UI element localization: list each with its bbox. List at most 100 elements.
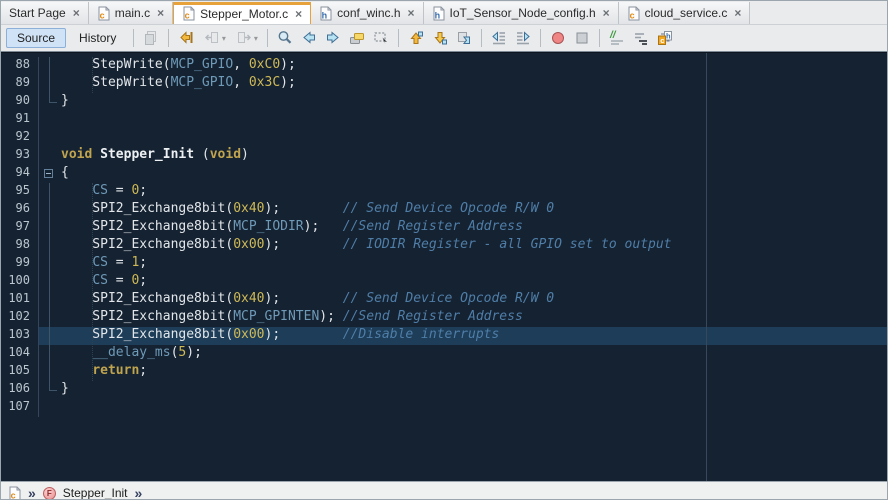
tab-close-icon[interactable]: × (157, 6, 164, 20)
line-number[interactable]: 95 (1, 183, 39, 201)
line-number[interactable]: 97 (1, 219, 39, 237)
code-line-94[interactable]: 94{ (1, 165, 887, 183)
toggle-bookmark-icon[interactable] (453, 27, 475, 49)
line-number[interactable]: 91 (1, 111, 39, 129)
next-occurrence-icon[interactable] (322, 27, 344, 49)
code-lines: 88 StepWrite(MCP_GPIO, 0xC0);89 StepWrit… (1, 57, 887, 417)
line-body: __delay_ms(5); (39, 345, 887, 363)
previous-bookmark-icon[interactable] (405, 27, 427, 49)
line-number[interactable]: 105 (1, 363, 39, 381)
code-line-106[interactable]: 106} (1, 381, 887, 399)
tab-label: IoT_Sensor_Node_config.h (450, 6, 596, 20)
line-body: } (39, 381, 887, 399)
code-line-97[interactable]: 97 SPI2_Exchange8bit(MCP_IODIR); //Send … (1, 219, 887, 237)
line-body (39, 129, 887, 147)
line-number[interactable]: 88 (1, 57, 39, 75)
code-line-98[interactable]: 98 SPI2_Exchange8bit(0x00); // IODIR Reg… (1, 237, 887, 255)
rectangular-selection-icon[interactable] (370, 27, 392, 49)
code-line-101[interactable]: 101 SPI2_Exchange8bit(0x40); // Send Dev… (1, 291, 887, 309)
tab-close-icon[interactable]: × (603, 6, 610, 20)
tab-iot-sensor-node-config-h[interactable]: hIoT_Sensor_Node_config.h× (424, 2, 619, 24)
fold-margin (39, 111, 61, 129)
tab-label: Stepper_Motor.c (200, 7, 288, 21)
tab-cloud-service-c[interactable]: ccloud_service.c× (619, 2, 751, 24)
tab-stepper-motor-c[interactable]: c Stepper_Motor.c × (173, 2, 311, 24)
line-number[interactable]: 92 (1, 129, 39, 147)
shift-right-icon[interactable] (512, 27, 534, 49)
line-number[interactable]: 89 (1, 75, 39, 93)
line-body: SPI2_Exchange8bit(0x40); // Send Device … (39, 201, 887, 219)
svg-text:c: c (99, 10, 104, 20)
last-edit-icon[interactable] (175, 27, 197, 49)
line-number[interactable]: 101 (1, 291, 39, 309)
dropdown-caret-icon[interactable]: ▾ (222, 34, 226, 43)
line-number[interactable]: 107 (1, 399, 39, 417)
next-bookmark-icon[interactable] (429, 27, 451, 49)
line-number[interactable]: 102 (1, 309, 39, 327)
stop-macro-icon[interactable] (571, 27, 593, 49)
fold-margin (39, 255, 61, 273)
line-number[interactable]: 103 (1, 327, 39, 345)
tab-conf-winc-h[interactable]: hconf_winc.h× (311, 2, 423, 24)
breadcrumb-function[interactable]: Stepper_Init (63, 486, 128, 500)
code-line-96[interactable]: 96 SPI2_Exchange8bit(0x40); // Send Devi… (1, 201, 887, 219)
code-line-91[interactable]: 91 (1, 111, 887, 129)
line-number[interactable]: 99 (1, 255, 39, 273)
svg-text:c: c (661, 36, 665, 45)
line-number[interactable]: 96 (1, 201, 39, 219)
toggle-highlight-icon[interactable] (346, 27, 368, 49)
back-icon[interactable]: ▾ (199, 27, 229, 49)
code-line-100[interactable]: 100 CS = 0; (1, 273, 887, 291)
line-body (39, 111, 887, 129)
dropdown-caret-icon[interactable]: ▾ (254, 34, 258, 43)
comment-icon[interactable]: // (606, 27, 628, 49)
fold-margin (39, 57, 61, 75)
code-line-88[interactable]: 88 StepWrite(MCP_GPIO, 0xC0); (1, 57, 887, 75)
toolbar-separator (540, 29, 541, 47)
diff-icon[interactable] (140, 27, 162, 49)
line-body: SPI2_Exchange8bit(MCP_IODIR); //Send Reg… (39, 219, 887, 237)
uncomment-icon[interactable] (630, 27, 652, 49)
tab-close-icon[interactable]: × (73, 6, 80, 20)
fold-margin (39, 93, 61, 111)
record-macro-icon[interactable] (547, 27, 569, 49)
toolbar-separator (398, 29, 399, 47)
code-text: __delay_ms(5); (61, 345, 202, 363)
line-number[interactable]: 93 (1, 147, 39, 165)
code-line-102[interactable]: 102 SPI2_Exchange8bit(MCP_GPINTEN); //Se… (1, 309, 887, 327)
code-text: } (61, 381, 69, 399)
tab-close-icon[interactable]: × (408, 6, 415, 20)
code-line-92[interactable]: 92 (1, 129, 887, 147)
line-number[interactable]: 94 (1, 165, 39, 183)
find-selection-icon[interactable] (274, 27, 296, 49)
code-line-95[interactable]: 95 CS = 0; (1, 183, 887, 201)
tab-close-icon[interactable]: × (295, 7, 302, 21)
shift-left-icon[interactable] (488, 27, 510, 49)
code-line-107[interactable]: 107 (1, 399, 887, 417)
tab-main-c[interactable]: cmain.c× (89, 2, 173, 24)
previous-occurrence-icon[interactable] (298, 27, 320, 49)
line-number[interactable]: 106 (1, 381, 39, 399)
line-number[interactable]: 90 (1, 93, 39, 111)
source-view-button[interactable]: Source (6, 28, 66, 48)
tab-close-icon[interactable]: × (734, 6, 741, 20)
code-line-89[interactable]: 89 StepWrite(MCP_GPIO, 0x3C); (1, 75, 887, 93)
line-body: CS = 1; (39, 255, 887, 273)
forward-icon[interactable]: ▾ (231, 27, 261, 49)
line-number[interactable]: 98 (1, 237, 39, 255)
svg-text:c: c (185, 11, 190, 21)
code-line-104[interactable]: 104 __delay_ms(5); (1, 345, 887, 363)
code-editor[interactable]: 88 StepWrite(MCP_GPIO, 0xC0);89 StepWrit… (1, 52, 887, 481)
code-line-93[interactable]: 93void Stepper_Init (void) (1, 147, 887, 165)
goto-header-icon[interactable]: hc (654, 27, 676, 49)
code-line-105[interactable]: 105 return; (1, 363, 887, 381)
fold-toggle-icon[interactable] (44, 169, 53, 178)
code-line-90[interactable]: 90} (1, 93, 887, 111)
tab-start-page[interactable]: Start Page× (1, 2, 89, 24)
code-line-103[interactable]: 103 SPI2_Exchange8bit(0x00); //Disable i… (1, 327, 887, 345)
line-number[interactable]: 100 (1, 273, 39, 291)
fold-margin (39, 399, 61, 417)
code-line-99[interactable]: 99 CS = 1; (1, 255, 887, 273)
history-view-button[interactable]: History (68, 28, 127, 48)
line-number[interactable]: 104 (1, 345, 39, 363)
